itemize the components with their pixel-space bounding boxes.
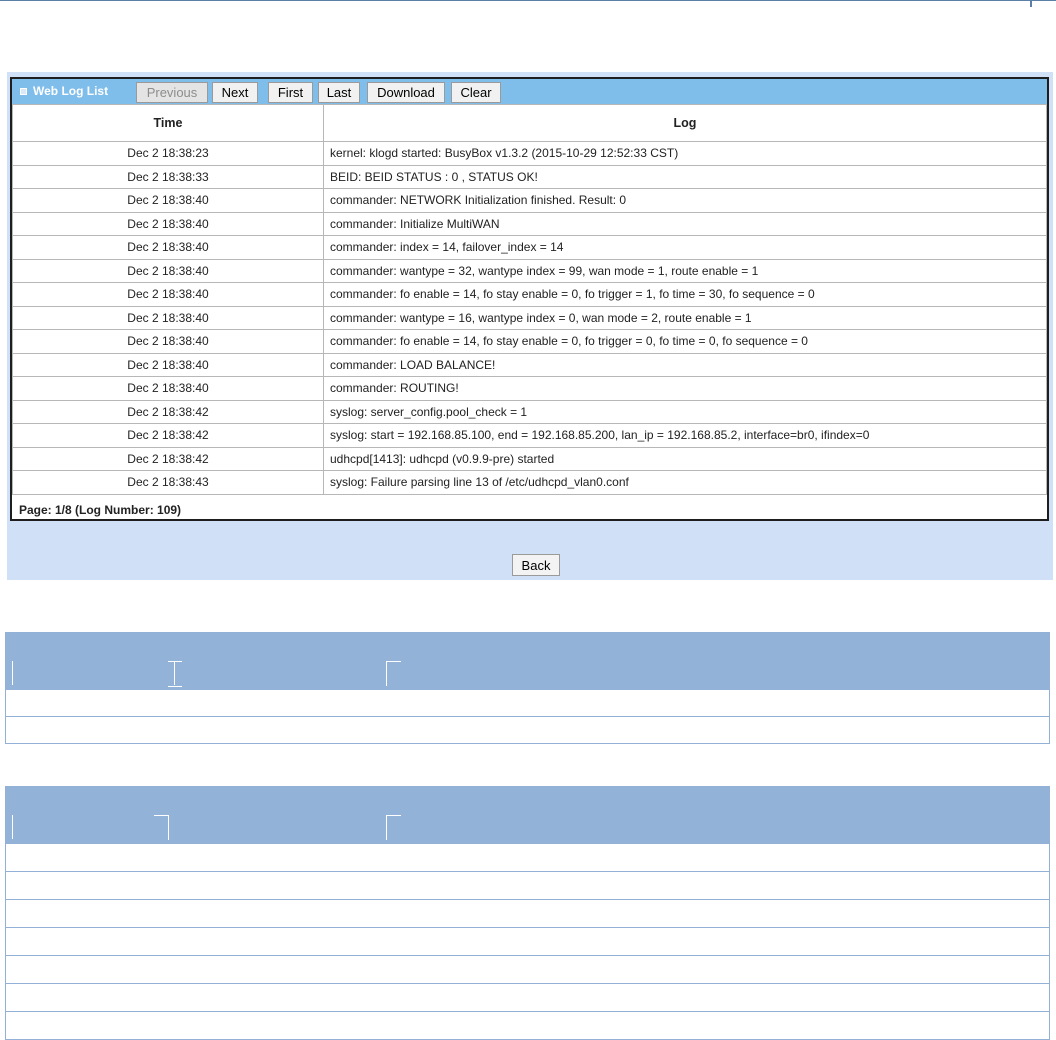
header-divider (168, 661, 182, 687)
log-time: Dec 2 18:38:23 (12, 141, 324, 166)
log-message: syslog: server_config.pool_check = 1 (323, 399, 1047, 424)
log-row: Dec 2 18:38:42 syslog: start = 192.168.85… (12, 423, 1047, 448)
log-message: udhcpd[1413]: udhcpd (v0.9.9-pre) starte… (323, 446, 1047, 471)
log-message: commander: index = 14, failover_index = … (323, 235, 1047, 260)
log-row: Dec 2 18:38:40 commander: wantype = 32, w… (12, 258, 1047, 283)
log-time: Dec 2 18:38:40 (12, 235, 324, 260)
empty-table-row (6, 927, 1049, 955)
empty-table-row (6, 689, 1049, 716)
log-row: Dec 2 18:38:42 syslog: server_config.pool… (12, 399, 1047, 424)
empty-table-header (6, 633, 1049, 689)
log-message: kernel: klogd started: BusyBox v1.3.2 (2… (323, 141, 1047, 166)
log-message: commander: fo enable = 14, fo stay enabl… (323, 329, 1047, 354)
log-time: Dec 2 18:38:40 (12, 258, 324, 283)
log-message: commander: ROUTING! (323, 376, 1047, 401)
title-bar: Web Log List Previous Next First Last Do… (12, 79, 1047, 104)
log-message: BEID: BEID STATUS : 0 , STATUS OK! (323, 164, 1047, 189)
log-time: Dec 2 18:38:42 (12, 423, 324, 448)
empty-table-row (6, 899, 1049, 927)
header-divider (386, 661, 401, 686)
top-divider-tick (1030, 0, 1032, 7)
log-row: Dec 2 18:38:40 commander: LOAD BALANCE! (12, 352, 1047, 377)
log-message: commander: wantype = 32, wantype index =… (323, 258, 1047, 283)
log-time: Dec 2 18:38:40 (12, 211, 324, 236)
empty-table-2 (5, 786, 1050, 1040)
empty-table-row (6, 716, 1049, 743)
clear-button[interactable]: Clear (451, 82, 501, 103)
log-row: Dec 2 18:38:40 commander: fo enable = 14,… (12, 329, 1047, 354)
log-message: commander: NETWORK Initialization finish… (323, 188, 1047, 213)
log-time: Dec 2 18:38:40 (12, 188, 324, 213)
log-time: Dec 2 18:38:42 (12, 446, 324, 471)
log-time: Dec 2 18:38:40 (12, 376, 324, 401)
first-button[interactable]: First (268, 82, 313, 103)
log-row: Dec 2 18:38:40 commander: ROUTING! (12, 376, 1047, 401)
empty-table-1 (5, 632, 1050, 744)
empty-table-row (6, 983, 1049, 1011)
log-message: commander: wantype = 16, wantype index =… (323, 305, 1047, 330)
header-divider (386, 815, 401, 840)
log-row: Dec 2 18:38:23 kernel: klogd started: Bus… (12, 141, 1047, 166)
download-button[interactable]: Download (367, 82, 445, 103)
log-row: Dec 2 18:38:43 syslog: Failure parsing li… (12, 470, 1047, 495)
last-button[interactable]: Last (318, 82, 360, 103)
log-time: Dec 2 18:38:40 (12, 305, 324, 330)
log-time: Dec 2 18:38:33 (12, 164, 324, 189)
log-message: syslog: start = 192.168.85.100, end = 19… (323, 423, 1047, 448)
log-message: syslog: Failure parsing line 13 of /etc/… (323, 470, 1047, 495)
log-message: commander: fo enable = 14, fo stay enabl… (323, 282, 1047, 307)
column-header-time: Time (12, 104, 324, 142)
panel-title: Web Log List (33, 84, 109, 98)
log-row: Dec 2 18:38:40 commander: NETWORK Initial… (12, 188, 1047, 213)
log-table-header: Time Log (12, 104, 1047, 142)
log-time: Dec 2 18:38:40 (12, 352, 324, 377)
header-divider (12, 661, 13, 685)
log-row: Dec 2 18:38:40 commander: Initialize Mult… (12, 211, 1047, 236)
empty-table-row (6, 955, 1049, 983)
next-button[interactable]: Next (212, 82, 258, 103)
log-time: Dec 2 18:38:43 (12, 470, 324, 495)
top-divider (0, 0, 1056, 1)
page-info: Page: 1/8 (Log Number: 109) (19, 503, 182, 517)
web-log-panel: Web Log List Previous Next First Last Do… (7, 72, 1053, 580)
web-log-box: Web Log List Previous Next First Last Do… (10, 77, 1049, 521)
square-icon (20, 88, 27, 95)
header-divider (154, 815, 169, 840)
log-row: Dec 2 18:38:40 commander: fo enable = 14,… (12, 282, 1047, 307)
log-row: Dec 2 18:38:40 commander: wantype = 16, w… (12, 305, 1047, 330)
column-header-log: Log (323, 104, 1047, 142)
empty-table-row (6, 1011, 1049, 1039)
empty-table-row (6, 871, 1049, 899)
back-button[interactable]: Back (512, 554, 560, 576)
header-divider (174, 661, 175, 685)
log-message: commander: LOAD BALANCE! (323, 352, 1047, 377)
empty-table-header (6, 787, 1049, 843)
previous-button[interactable]: Previous (136, 82, 208, 103)
log-time: Dec 2 18:38:40 (12, 329, 324, 354)
log-row: Dec 2 18:38:40 commander: index = 14, fai… (12, 235, 1047, 260)
log-table: Time Log Dec 2 18:38:23 kernel: klogd sta… (12, 104, 1047, 495)
log-time: Dec 2 18:38:42 (12, 399, 324, 424)
header-divider (12, 815, 13, 839)
log-row: Dec 2 18:38:42 udhcpd[1413]: udhcpd (v0.9… (12, 446, 1047, 471)
log-time: Dec 2 18:38:40 (12, 282, 324, 307)
log-message: commander: Initialize MultiWAN (323, 211, 1047, 236)
empty-table-row (6, 843, 1049, 871)
log-row: Dec 2 18:38:33 BEID: BEID STATUS : 0 , ST… (12, 164, 1047, 189)
